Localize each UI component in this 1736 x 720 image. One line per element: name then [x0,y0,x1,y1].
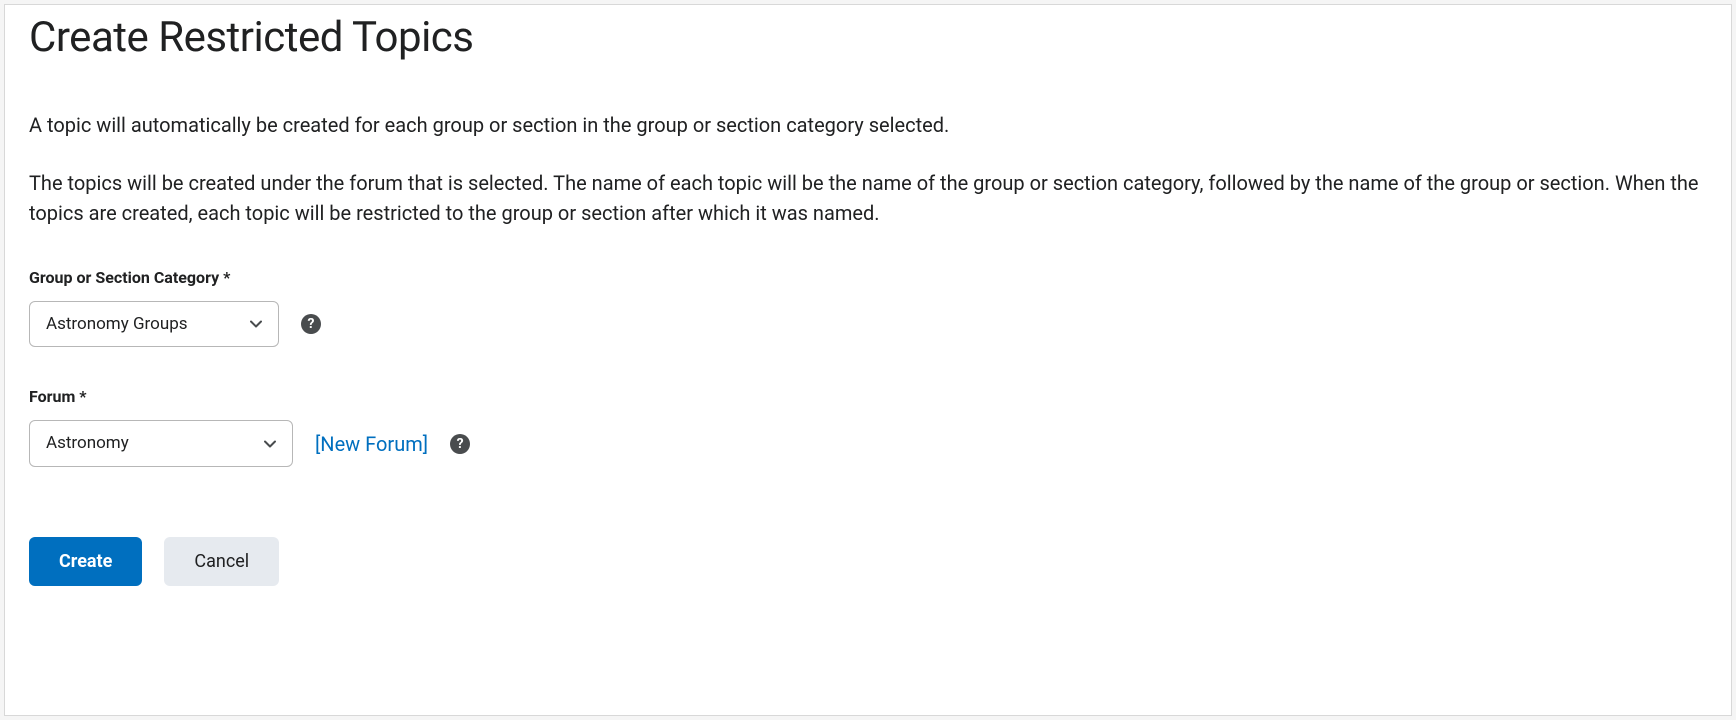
forum-field: Forum * Astronomy [New Forum] ? [29,387,1707,466]
group-category-select-wrap: Astronomy Groups [29,301,279,347]
create-restricted-topics-panel: Create Restricted Topics A topic will au… [4,4,1732,716]
forum-label: Forum * [29,387,1707,406]
forum-select-wrap: Astronomy [29,420,293,466]
new-forum-link[interactable]: [New Forum] [315,432,428,456]
help-icon[interactable]: ? [450,434,470,454]
help-icon[interactable]: ? [301,314,321,334]
cancel-button[interactable]: Cancel [164,537,279,586]
page-title: Create Restricted Topics [29,13,1707,62]
description-1: A topic will automatically be created fo… [29,110,1707,140]
group-category-select[interactable]: Astronomy Groups [29,301,279,347]
group-category-field: Group or Section Category * Astronomy Gr… [29,268,1707,347]
button-row: Create Cancel [29,537,1707,586]
create-button[interactable]: Create [29,537,142,586]
group-category-label: Group or Section Category * [29,268,1707,287]
description-2: The topics will be created under the for… [29,168,1707,228]
forum-select[interactable]: Astronomy [29,420,293,466]
